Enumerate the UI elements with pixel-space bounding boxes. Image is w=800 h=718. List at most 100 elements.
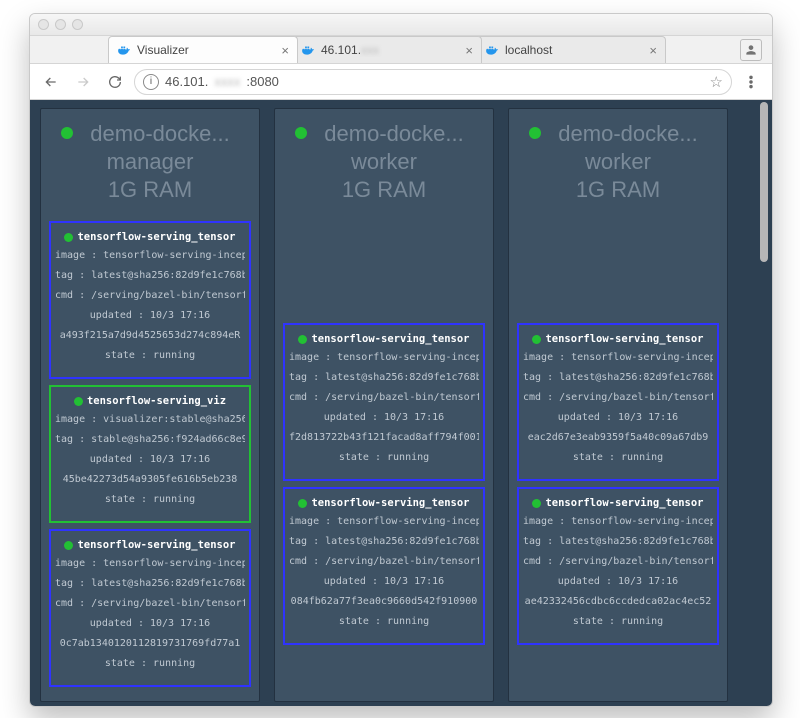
task-detail-line: image : tensorflow-serving-inception [55, 557, 245, 571]
docker-icon [485, 43, 499, 57]
arrow-left-icon [43, 74, 59, 90]
node-ram: 1G RAM [519, 177, 717, 203]
task-card[interactable]: tensorflow-serving_viz image : visualize… [49, 385, 251, 523]
visualizer-page[interactable]: demo-docke... manager 1G RAM tensorflow-… [30, 100, 772, 706]
status-dot-icon [298, 499, 307, 508]
task-detail-line: updated : 10/3 17:16 [523, 575, 713, 589]
task-card[interactable]: tensorflow-serving_tensor image : tensor… [517, 487, 719, 645]
docker-icon [301, 43, 315, 57]
url-text-blurred: xxxx [214, 74, 240, 89]
task-title: tensorflow-serving_tensor [289, 333, 479, 345]
minimize-window-icon[interactable] [55, 19, 66, 30]
task-detail-line: image : tensorflow-serving-inception [523, 515, 713, 529]
reload-icon [107, 74, 123, 90]
task-detail-line: updated : 10/3 17:16 [523, 411, 713, 425]
url-text-prefix: 46.101. [165, 74, 208, 89]
node-header: demo-docke... worker 1G RAM [281, 117, 487, 215]
task-card[interactable]: tensorflow-serving_tensor image : tensor… [49, 221, 251, 379]
status-dot-icon [532, 335, 541, 344]
nodes-row: demo-docke... manager 1G RAM tensorflow-… [40, 108, 762, 702]
task-detail-line: state : running [289, 615, 479, 629]
task-detail-line: state : running [289, 451, 479, 465]
task-detail-line: image : tensorflow-serving-inception [289, 351, 479, 365]
menu-button[interactable] [738, 69, 764, 95]
node-header: demo-docke... manager 1G RAM [47, 117, 253, 215]
status-dot-icon [529, 127, 541, 139]
arrow-right-icon [75, 74, 91, 90]
close-window-icon[interactable] [38, 19, 49, 30]
browser-window: Visualizer × 46.101.xxx × localhost × i … [29, 13, 773, 707]
node-role: worker [285, 149, 483, 175]
scrollbar-thumb[interactable] [760, 102, 768, 262]
browser-tab[interactable]: 46.101.xxx × [292, 36, 482, 63]
close-tab-icon[interactable]: × [465, 43, 473, 58]
task-detail-line: cmd : /serving/bazel-bin/tensorflow_ [523, 391, 713, 405]
address-bar[interactable]: i 46.101. xxxx :8080 ☆ [134, 69, 732, 95]
window-titlebar [30, 14, 772, 36]
node-hostname: demo-docke... [519, 121, 717, 147]
bookmark-star-icon[interactable]: ☆ [710, 73, 723, 91]
tab-strip: Visualizer × 46.101.xxx × localhost × [30, 36, 772, 64]
task-detail-line: tag : latest@sha256:82d9fe1c768b19 [523, 535, 713, 549]
node-role: worker [519, 149, 717, 175]
task-detail-line: tag : latest@sha256:82d9fe1c768b19 [523, 371, 713, 385]
site-info-icon[interactable]: i [143, 74, 159, 90]
traffic-lights [38, 19, 83, 30]
task-title: tensorflow-serving_tensor [55, 539, 245, 551]
status-dot-icon [61, 127, 73, 139]
person-icon [744, 43, 758, 57]
reload-button[interactable] [102, 69, 128, 95]
node-hostname: demo-docke... [285, 121, 483, 147]
task-detail-line: 0c7ab1340120112819731769fd77a1 [55, 637, 245, 651]
task-detail-line: updated : 10/3 17:16 [55, 617, 245, 631]
task-detail-line: updated : 10/3 17:16 [55, 453, 245, 467]
task-title: tensorflow-serving_viz [55, 395, 245, 407]
task-detail-line: 084fb62a77f3ea0c9660d542f910900 [289, 595, 479, 609]
task-detail-line: cmd : /serving/bazel-bin/tensorflow_ [289, 555, 479, 569]
url-text-suffix: :8080 [246, 74, 279, 89]
task-detail-line: state : running [55, 493, 245, 507]
swarm-node: demo-docke... worker 1G RAM tensorflow-s… [508, 108, 728, 702]
browser-tab[interactable]: Visualizer × [108, 36, 298, 63]
task-card[interactable]: tensorflow-serving_tensor image : tensor… [283, 487, 485, 645]
task-title: tensorflow-serving_tensor [523, 497, 713, 509]
task-detail-line: cmd : /serving/bazel-bin/tensorflow_ [55, 289, 245, 303]
task-detail-line: updated : 10/3 17:16 [289, 411, 479, 425]
status-dot-icon [298, 335, 307, 344]
task-detail-line: updated : 10/3 17:16 [289, 575, 479, 589]
profile-button[interactable] [740, 39, 762, 61]
forward-button[interactable] [70, 69, 96, 95]
docker-icon [117, 43, 131, 57]
task-detail-line: cmd : /serving/bazel-bin/tensorflow_ [289, 391, 479, 405]
node-ram: 1G RAM [285, 177, 483, 203]
browser-tab[interactable]: localhost × [476, 36, 666, 63]
node-header: demo-docke... worker 1G RAM [515, 117, 721, 215]
task-detail-line: image : tensorflow-serving-inception [523, 351, 713, 365]
task-card[interactable]: tensorflow-serving_tensor image : tensor… [49, 529, 251, 687]
node-role: manager [51, 149, 249, 175]
tab-title: localhost [505, 43, 643, 57]
task-detail-line: tag : latest@sha256:82d9fe1c768b19 [55, 577, 245, 591]
swarm-node: demo-docke... manager 1G RAM tensorflow-… [40, 108, 260, 702]
task-detail-line: state : running [523, 451, 713, 465]
task-detail-line: ae42332456cdbc6ccdedca02ac4ec52 [523, 595, 713, 609]
task-detail-line: state : running [523, 615, 713, 629]
status-dot-icon [532, 499, 541, 508]
task-detail-line: f2d813722b43f121facad8aff794f001 [289, 431, 479, 445]
vertical-scrollbar[interactable] [760, 102, 770, 704]
close-tab-icon[interactable]: × [281, 43, 289, 58]
task-card[interactable]: tensorflow-serving_tensor image : tensor… [517, 323, 719, 481]
task-card[interactable]: tensorflow-serving_tensor image : tensor… [283, 323, 485, 481]
task-title: tensorflow-serving_tensor [289, 497, 479, 509]
menu-dots-icon [743, 74, 759, 90]
task-detail-line: tag : latest@sha256:82d9fe1c768b19 [289, 535, 479, 549]
task-detail-line: cmd : /serving/bazel-bin/tensorflow_ [55, 597, 245, 611]
status-dot-icon [64, 541, 73, 550]
task-detail-line: state : running [55, 657, 245, 671]
close-tab-icon[interactable]: × [649, 43, 657, 58]
task-detail-line: tag : stable@sha256:f924ad66c8e94 [55, 433, 245, 447]
status-dot-icon [64, 233, 73, 242]
zoom-window-icon[interactable] [72, 19, 83, 30]
back-button[interactable] [38, 69, 64, 95]
node-hostname: demo-docke... [51, 121, 249, 147]
